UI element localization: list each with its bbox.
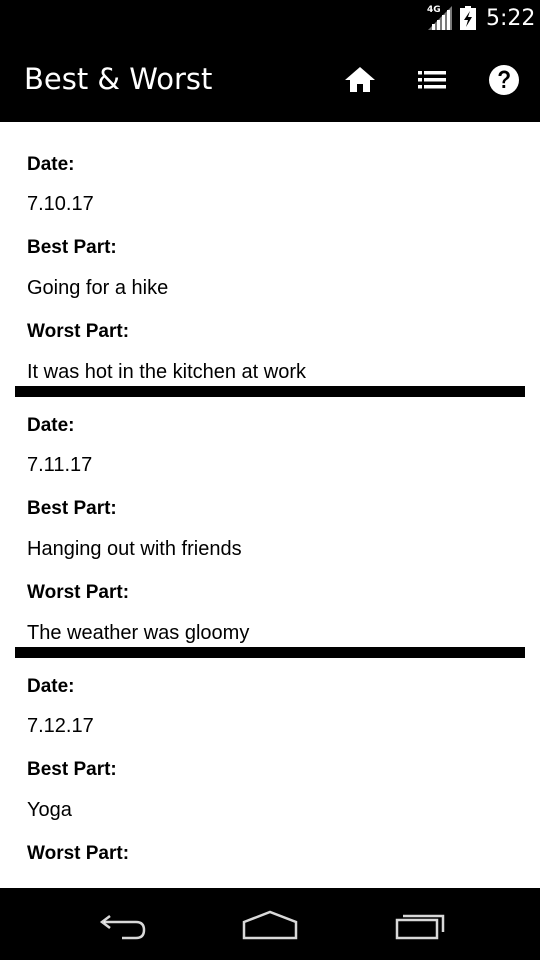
signal-icon <box>428 6 452 30</box>
battery-charging-icon <box>460 6 476 30</box>
clock: 5:22 <box>486 6 536 31</box>
list-icon <box>418 71 446 89</box>
best-part-label: Best Part: <box>27 759 117 780</box>
home-button[interactable] <box>340 60 380 100</box>
navigation-bar <box>0 888 540 960</box>
date-value: 7.11.17 <box>27 454 93 476</box>
app-title: Best & Worst <box>24 62 213 96</box>
help-button[interactable] <box>484 60 524 100</box>
worst-part-label: Worst Part: <box>27 321 130 342</box>
entry-card: Date: 7.12.17 Best Part: Yoga Worst Part… <box>0 644 540 888</box>
date-label: Date: <box>27 415 75 436</box>
home-nav-button[interactable] <box>240 906 300 946</box>
status-bar: 4G 5:22 <box>0 0 540 38</box>
action-bar: Best & Worst <box>0 38 540 122</box>
worst-part-label: Worst Part: <box>27 843 130 864</box>
best-part-label: Best Part: <box>27 237 117 258</box>
date-label: Date: <box>27 676 75 697</box>
best-part-value: Going for a hike <box>27 277 169 299</box>
home-icon <box>345 67 375 92</box>
list-button[interactable] <box>412 60 452 100</box>
worst-part-value: It was hot in the kitchen at work <box>27 361 307 383</box>
home-nav-icon <box>242 910 298 940</box>
date-value: 7.10.17 <box>27 193 94 215</box>
best-part-label: Best Part: <box>27 498 117 519</box>
entry-card: Date: 7.11.17 Best Part: Hanging out wit… <box>0 383 540 658</box>
back-icon <box>99 915 146 940</box>
help-icon <box>489 65 519 95</box>
entry-card: Date: 7.10.17 Best Part: Going for a hik… <box>0 122 540 397</box>
entries-list[interactable]: Date: 7.10.17 Best Part: Going for a hik… <box>0 122 540 888</box>
best-part-value: Hanging out with friends <box>27 538 242 560</box>
recents-icon <box>395 914 445 940</box>
recents-button[interactable] <box>390 906 450 946</box>
best-part-value: Yoga <box>27 799 72 821</box>
worst-part-label: Worst Part: <box>27 582 130 603</box>
worst-part-value: The weather was gloomy <box>27 622 250 644</box>
back-button[interactable] <box>90 906 150 946</box>
date-label: Date: <box>27 154 75 175</box>
date-value: 7.12.17 <box>27 715 94 737</box>
